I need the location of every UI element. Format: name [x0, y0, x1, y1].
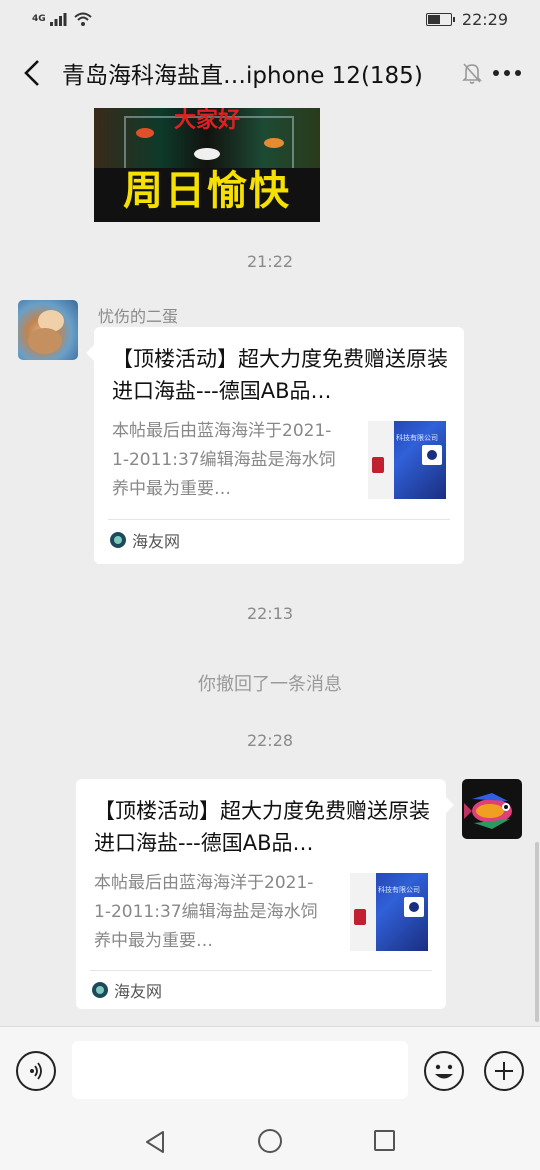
- voice-icon[interactable]: [16, 1051, 56, 1091]
- battery-icon: [425, 12, 455, 26]
- chat-title: 青岛海科海盐直…iphone 12(185): [62, 63, 423, 89]
- link-card[interactable]: 【顶楼活动】超大力度免费赠送原装进口海盐---德国AB品… 本帖最后由蓝海海洋于…: [86, 327, 464, 564]
- avatar-figure: [28, 328, 62, 354]
- fish-shape: [194, 148, 220, 160]
- image-message[interactable]: 大家好 周日愉快: [94, 108, 320, 222]
- card-thumbnail: 科技有限公司: [368, 421, 446, 499]
- header-actions: [462, 62, 522, 84]
- status-left: 4G: [32, 12, 92, 26]
- avatar[interactable]: [462, 779, 522, 839]
- plus-icon[interactable]: [484, 1051, 524, 1091]
- thumbnail-product: [350, 873, 376, 951]
- status-time: 22:29: [461, 9, 508, 29]
- link-card[interactable]: 【顶楼活动】超大力度免费赠送原装进口海盐---德国AB品… 本帖最后由蓝海海洋于…: [76, 779, 454, 1009]
- battery-fill: [427, 14, 440, 24]
- timestamp: 21:22: [246, 252, 294, 271]
- mandarin-fish-icon: [464, 793, 512, 829]
- thumbnail-qr-icon: [422, 445, 442, 465]
- card-thumbnail: 科技有限公司: [350, 873, 428, 951]
- nav-back-icon[interactable]: [144, 1130, 166, 1154]
- chat-scrollbar[interactable]: [535, 842, 539, 1022]
- emoji-icon[interactable]: [424, 1051, 464, 1091]
- message-input[interactable]: [72, 1041, 408, 1099]
- status-right: 22:29: [425, 9, 508, 29]
- card-description: 本帖最后由蓝海海洋于2021-1-2011:37编辑海盐是海水饲养中最为重要…: [94, 873, 318, 951]
- thumbnail-caption: 科技有限公司: [396, 434, 438, 442]
- avatar[interactable]: [18, 300, 78, 360]
- nav-home-icon[interactable]: [258, 1129, 282, 1153]
- recall-notice: 你撤回了一条消息: [198, 674, 342, 695]
- status-bar: 4G 22:29: [0, 0, 540, 38]
- wifi-icon: [73, 12, 92, 26]
- source-logo-icon: [110, 532, 126, 548]
- image-main-text: 周日愉快: [123, 168, 291, 214]
- more-dots-icon[interactable]: [492, 69, 522, 77]
- timestamp: 22:28: [246, 731, 294, 750]
- network-label: 4G: [32, 13, 46, 24]
- card-source: 海友网: [92, 978, 162, 1002]
- card-title: 【顶楼活动】超大力度免费赠送原装进口海盐---德国AB品…: [94, 799, 430, 855]
- timestamp: 22:13: [246, 604, 294, 623]
- signal-icon: [49, 13, 67, 26]
- chat-area[interactable]: 大家好 周日愉快 21:22 忧伤的二蛋 【顶楼活动】超大力度免费赠送原装进口海…: [0, 108, 540, 1026]
- system-nav-bar: [0, 1114, 540, 1170]
- card-source: 海友网: [110, 528, 180, 552]
- thumbnail-product: [368, 421, 394, 499]
- card-divider: [108, 519, 450, 520]
- thumbnail-caption: 科技有限公司: [378, 886, 420, 894]
- bell-off-icon: [462, 62, 482, 84]
- fish-shape: [264, 138, 284, 148]
- card-source-label: 海友网: [132, 532, 181, 551]
- image-top-text: 大家好: [173, 108, 240, 133]
- sender-name: 忧伤的二蛋: [98, 307, 179, 326]
- card-source-label: 海友网: [114, 982, 163, 1001]
- nav-recent-icon[interactable]: [374, 1130, 395, 1151]
- source-logo-icon: [92, 982, 108, 998]
- input-bar: [0, 1026, 540, 1114]
- chevron-left-icon[interactable]: [18, 53, 46, 93]
- card-description: 本帖最后由蓝海海洋于2021-1-2011:37编辑海盐是海水饲养中最为重要…: [112, 421, 336, 499]
- card-divider: [90, 970, 432, 971]
- thumbnail-qr-icon: [404, 897, 424, 917]
- chat-header: 青岛海科海盐直…iphone 12(185): [0, 38, 540, 108]
- card-title: 【顶楼活动】超大力度免费赠送原装进口海盐---德国AB品…: [112, 347, 448, 403]
